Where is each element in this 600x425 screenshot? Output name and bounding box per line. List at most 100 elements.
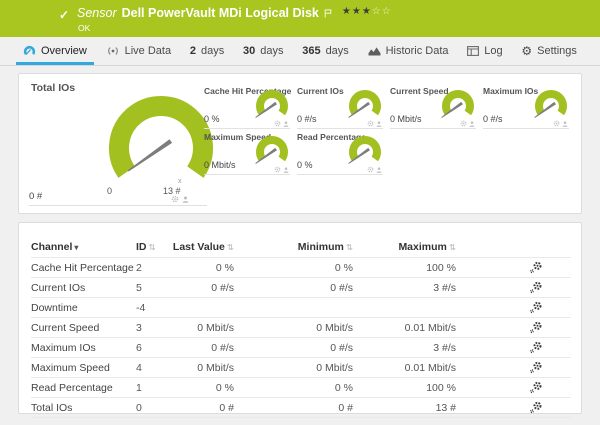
tab-2-days[interactable]: 2 days xyxy=(183,37,231,65)
stars-empty: ☆☆ xyxy=(372,6,392,17)
tab-label: days xyxy=(326,45,349,57)
channel-name: Maximum IOs xyxy=(31,338,136,358)
priority-stars[interactable]: ★★★☆☆ xyxy=(342,6,392,17)
gauge-user-icon[interactable] xyxy=(182,196,189,203)
channel-id: 1 xyxy=(136,378,169,398)
tab-number: 365 xyxy=(302,45,320,57)
channel-id: 5 xyxy=(136,278,169,298)
channel-settings-icon[interactable] xyxy=(529,381,542,394)
sensor-title-row: Sensor Dell PowerVault MDi Logical Disk … xyxy=(77,6,392,23)
gauge-user-icon[interactable] xyxy=(283,167,289,173)
channel-id: 4 xyxy=(136,358,169,378)
object-kind-label: Sensor xyxy=(77,6,117,20)
tab-30-days[interactable]: 30 days xyxy=(236,37,291,65)
col-header-maximum[interactable]: Maximum⇅ xyxy=(353,237,456,258)
gauge-user-icon[interactable] xyxy=(376,167,382,173)
table-row[interactable]: Total IOs 0 0 # 0 # 13 # xyxy=(31,398,571,418)
gauge-user-icon[interactable] xyxy=(469,121,475,127)
gauge-user-icon[interactable] xyxy=(283,121,289,127)
overview-gauge-icon xyxy=(23,45,36,57)
channel-name: Total IOs xyxy=(31,398,136,418)
mini-gauge-panel[interactable]: Maximum Speed 0 Mbit/s xyxy=(204,130,290,175)
mini-gauge-panel[interactable]: Current Speed 0 Mbit/s xyxy=(390,84,476,129)
table-row[interactable]: Maximum IOs 6 0 #/s 0 #/s 3 #/s xyxy=(31,338,571,358)
tab-365-days[interactable]: 365 days xyxy=(295,37,356,65)
col-header-last-value[interactable]: Last Value⇅ xyxy=(169,237,234,258)
log-table-icon xyxy=(467,46,479,56)
mini-gauge-panel[interactable]: Current IOs 0 #/s xyxy=(297,84,383,129)
channel-name: Cache Hit Percentage xyxy=(31,258,136,278)
tab-overview[interactable]: Overview xyxy=(16,37,94,65)
sort-icon: ⇅ xyxy=(149,242,156,252)
sensor-title: Dell PowerVault MDi Logical Disk xyxy=(122,6,319,20)
sensor-tab-bar: Overview Live Data 2 days 30 days 365 da… xyxy=(0,37,600,66)
channel-name: Current IOs xyxy=(31,278,136,298)
sensor-status-text: OK xyxy=(78,23,90,33)
divider xyxy=(29,205,207,206)
tab-number: 30 xyxy=(243,45,255,57)
mini-gauge-value: 0 Mbit/s xyxy=(390,114,422,124)
tab-label: Settings xyxy=(537,45,577,57)
channel-settings-icon[interactable] xyxy=(529,301,542,314)
tab-log[interactable]: Log xyxy=(460,37,509,65)
stars-filled: ★★★ xyxy=(342,6,372,17)
settings-gear-icon: ⚙ xyxy=(521,45,532,57)
gauge-settings-gear-icon[interactable] xyxy=(367,120,374,127)
tab-settings[interactable]: ⚙ Settings xyxy=(514,37,584,65)
channel-minimum: 0 % xyxy=(234,378,353,398)
channel-maximum: 3 #/s xyxy=(353,278,456,298)
priority-flag-icon[interactable] xyxy=(324,5,332,23)
tab-live-data[interactable]: Live Data xyxy=(99,37,178,65)
mini-gauge-panel[interactable]: Maximum IOs 0 #/s xyxy=(483,84,569,129)
channel-last-value: 0 % xyxy=(169,258,234,278)
gauge-settings-gear-icon[interactable] xyxy=(171,195,179,203)
channel-last-value: 0 % xyxy=(169,378,234,398)
gauge-settings-gear-icon[interactable] xyxy=(274,166,281,173)
mini-gauge-panel[interactable]: Read Percentage 0 % xyxy=(297,130,383,175)
channel-settings-icon[interactable] xyxy=(529,401,542,414)
table-row[interactable]: Current Speed 3 0 Mbit/s 0 Mbit/s 0.01 M… xyxy=(31,318,571,338)
gauge-settings-gear-icon[interactable] xyxy=(553,120,560,127)
status-ok-check-icon: ✓ xyxy=(59,8,69,22)
table-row[interactable]: Current IOs 5 0 #/s 0 #/s 3 #/s xyxy=(31,278,571,298)
col-header-minimum[interactable]: Minimum⇅ xyxy=(234,237,353,258)
mini-gauge-value: 0 #/s xyxy=(483,114,503,124)
channel-name: Maximum Speed xyxy=(31,358,136,378)
mini-gauge-value: 0 #/s xyxy=(297,114,317,124)
gauges-panel: Total IOs 0 # 0 13 # x Cache Hit Percent… xyxy=(18,73,582,214)
channel-name: Current Speed xyxy=(31,318,136,338)
table-row[interactable]: Downtime -4 xyxy=(31,298,571,318)
mini-gauge-value: 0 % xyxy=(204,114,220,124)
channel-maximum: 0.01 Mbit/s xyxy=(353,318,456,338)
main-gauge-current-value: 0 # xyxy=(29,191,42,202)
tab-label: days xyxy=(201,45,224,57)
table-row[interactable]: Read Percentage 1 0 % 0 % 100 % xyxy=(31,378,571,398)
channel-settings-icon[interactable] xyxy=(529,261,542,274)
gauge-user-icon[interactable] xyxy=(562,121,568,127)
sensor-status-header: ✓ Sensor Dell PowerVault MDi Logical Dis… xyxy=(0,0,600,37)
channel-settings-icon[interactable] xyxy=(529,281,542,294)
mini-gauge-panel[interactable]: Cache Hit Percentage 0 % xyxy=(204,84,290,129)
channel-last-value: 0 # xyxy=(169,398,234,418)
col-header-channel[interactable]: Channel▾ xyxy=(31,237,136,258)
channel-minimum: 0 #/s xyxy=(234,278,353,298)
table-row[interactable]: Cache Hit Percentage 2 0 % 0 % 100 % xyxy=(31,258,571,278)
historic-chart-icon xyxy=(368,46,381,56)
main-gauge-scale-min: 0 xyxy=(107,186,112,196)
gauge-settings-gear-icon[interactable] xyxy=(367,166,374,173)
tab-historic-data[interactable]: Historic Data xyxy=(361,37,456,65)
channel-settings-icon[interactable] xyxy=(529,341,542,354)
channels-table: Channel▾ ID⇅ Last Value⇅ Minimum⇅ Maximu… xyxy=(31,237,571,418)
col-header-id[interactable]: ID⇅ xyxy=(136,237,169,258)
mini-gauge-value: 0 % xyxy=(297,160,313,170)
tab-label: days xyxy=(260,45,283,57)
channel-settings-icon[interactable] xyxy=(529,321,542,334)
gauge-settings-gear-icon[interactable] xyxy=(274,120,281,127)
gauge-user-icon[interactable] xyxy=(376,121,382,127)
gauge-settings-gear-icon[interactable] xyxy=(460,120,467,127)
gauge-needle xyxy=(128,139,172,171)
total-ios-gauge[interactable] xyxy=(106,95,216,205)
table-row[interactable]: Maximum Speed 4 0 Mbit/s 0 Mbit/s 0.01 M… xyxy=(31,358,571,378)
channel-settings-icon[interactable] xyxy=(529,361,542,374)
main-gauge-title: Total IOs xyxy=(31,82,75,94)
